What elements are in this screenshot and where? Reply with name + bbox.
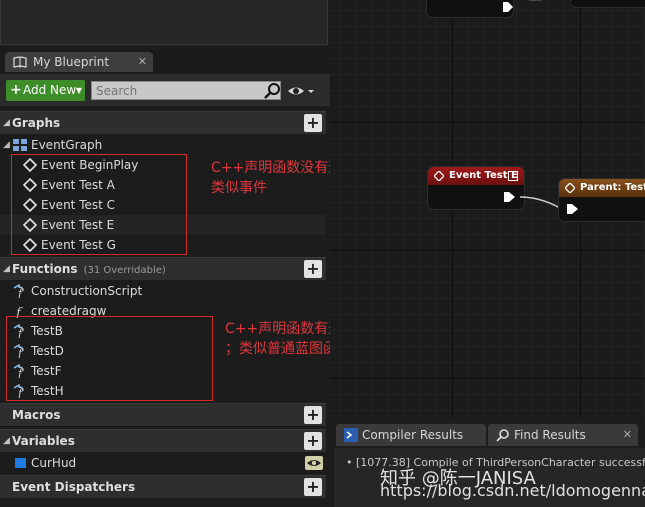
- collapse-arrow-icon[interactable]: ◢: [3, 430, 10, 452]
- variable-type-icon: [15, 458, 26, 468]
- view-options-eye-icon[interactable]: [287, 84, 317, 98]
- section-graphs[interactable]: ◢ Graphs +: [0, 111, 326, 134]
- parent-test-e-node[interactable]: Parent: Test E: [558, 178, 645, 222]
- graph-icon: [13, 139, 27, 151]
- section-variables[interactable]: ◢ Variables +: [0, 429, 326, 452]
- details-panel-remnant: [0, 0, 328, 45]
- search-input[interactable]: [91, 81, 281, 100]
- variable-label: CurHud: [31, 456, 77, 470]
- collapse-arrow-icon[interactable]: ◢: [3, 135, 10, 155]
- events-annotation-line2: 类似事件: [211, 180, 267, 196]
- event-test-e-node[interactable]: Event Test E: [427, 166, 525, 210]
- event-graph-label: EventGraph: [31, 138, 103, 152]
- events-highlight-box: [11, 154, 187, 255]
- section-functions-label: Functions (31 Overridable): [12, 258, 166, 282]
- function-item-constructionscript[interactable]: f ConstructionScript: [0, 281, 326, 301]
- add-new-button[interactable]: + Add New ▼: [6, 80, 85, 101]
- parent-node-title: Parent: Test E: [580, 182, 645, 193]
- function-label: ConstructionScript: [31, 284, 143, 298]
- functions-header-text: Functions: [12, 262, 78, 276]
- tab-compiler-results-label: Compiler Results: [362, 428, 464, 442]
- variable-item-curhud[interactable]: CurHud: [0, 453, 326, 473]
- add-new-label: Add New: [23, 83, 77, 97]
- add-function-button[interactable]: +: [304, 260, 322, 278]
- exec-wire: [520, 196, 561, 209]
- add-graph-button[interactable]: +: [304, 114, 322, 132]
- tab-find-results[interactable]: Find Results ✕: [488, 424, 638, 446]
- watermark-url: https://blog.csdn.net/ldomogennaoqi: [380, 481, 645, 500]
- overridable-count: (31 Overridable): [83, 265, 166, 276]
- section-event-dispatchers[interactable]: Event Dispatchers +: [0, 475, 326, 498]
- add-variable-button[interactable]: +: [304, 432, 322, 450]
- plus-icon: +: [10, 82, 22, 98]
- override-function-icon: f: [13, 284, 24, 298]
- tab-my-blueprint-label: My Blueprint: [33, 55, 110, 69]
- search-icon[interactable]: [263, 82, 281, 100]
- section-graphs-label: Graphs: [12, 116, 61, 130]
- event-diamond-icon: [565, 183, 575, 193]
- tab-my-blueprint[interactable]: My Blueprint ✕: [5, 52, 153, 72]
- book-icon: [13, 56, 27, 68]
- tab-find-results-label: Find Results: [514, 428, 586, 442]
- add-macro-button[interactable]: +: [304, 406, 322, 424]
- event-node-header: Event Test E: [428, 167, 524, 185]
- collapse-arrow-icon[interactable]: ◢: [3, 112, 10, 134]
- tab-strip: My Blueprint ✕: [0, 50, 330, 72]
- tab-compiler-results[interactable]: Compiler Results: [336, 424, 486, 446]
- add-event-dispatcher-button[interactable]: +: [304, 478, 322, 496]
- close-icon[interactable]: ✕: [138, 52, 147, 72]
- exec-pin-icon[interactable]: [567, 203, 578, 215]
- event-diamond-icon: [434, 171, 444, 181]
- graph-node-top-2[interactable]: [570, 0, 645, 8]
- exec-pin-icon[interactable]: [504, 191, 515, 203]
- close-icon[interactable]: ✕: [623, 424, 632, 446]
- parent-node-header: Parent: Test E: [559, 179, 645, 197]
- compiler-icon: [344, 428, 358, 442]
- event-graph-item[interactable]: ◢ EventGraph: [0, 135, 326, 155]
- section-functions[interactable]: ◢ Functions (31 Overridable) +: [0, 257, 326, 280]
- exec-wire: [527, 0, 544, 1]
- visibility-eye-icon[interactable]: [305, 456, 323, 470]
- event-graph-canvas[interactable]: Event Test E Parent: Test E: [330, 0, 645, 418]
- section-macros[interactable]: Macros +: [0, 403, 326, 426]
- section-event-dispatchers-label: Event Dispatchers: [12, 480, 136, 494]
- section-variables-label: Variables: [12, 434, 75, 448]
- functions-highlight-box: [6, 316, 213, 401]
- exec-pin-icon[interactable]: [503, 1, 513, 13]
- chevron-down-icon: ▼: [75, 86, 82, 95]
- collapse-arrow-icon[interactable]: ◢: [3, 258, 10, 280]
- graph-node-top-1[interactable]: [426, 0, 514, 18]
- section-macros-label: Macros: [12, 408, 61, 422]
- search-icon: [496, 429, 509, 442]
- delegate-pin-icon[interactable]: [508, 171, 518, 181]
